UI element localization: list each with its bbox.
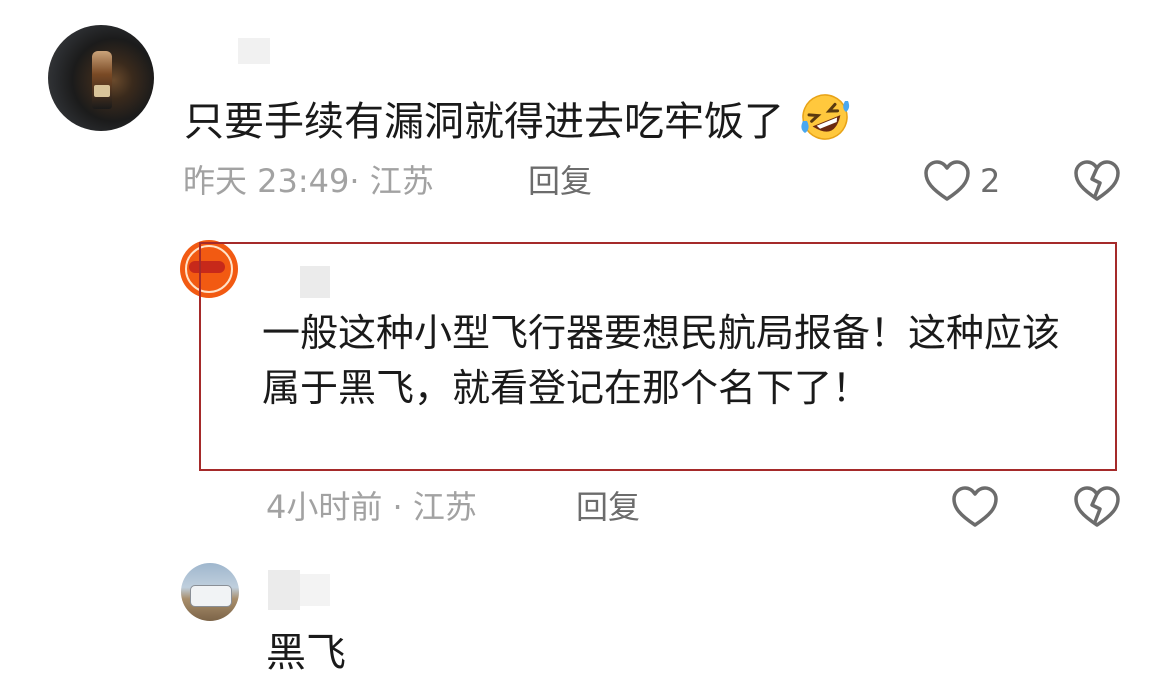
heart-icon[interactable]	[950, 484, 1000, 530]
broken-heart-icon[interactable]	[1072, 484, 1122, 530]
comment-thread: 只要手续有漏洞就得进去吃牢饭了 昨天 23:49· 江苏 回复 2 一般这种小型…	[0, 0, 1170, 693]
highlight-box	[199, 242, 1117, 471]
avatar[interactable]	[48, 25, 154, 131]
broken-heart-icon[interactable]	[1072, 158, 1122, 204]
reply-button[interactable]: 回复	[576, 487, 640, 527]
reply-button[interactable]: 回复	[528, 161, 592, 201]
comment-meta: 昨天 23:49· 江苏	[183, 162, 434, 200]
avatar-bottle-shape	[92, 51, 112, 109]
avatar[interactable]	[181, 563, 239, 621]
username-redacted[interactable]	[268, 570, 300, 610]
comment-meta: 4小时前 · 江苏	[266, 488, 477, 526]
heart-icon[interactable]	[922, 158, 972, 204]
comment-text-content: 只要手续有漏洞就得进去吃牢饭了	[184, 99, 784, 145]
rolling-on-floor-laughing-emoji	[801, 94, 849, 140]
avatar-car-shape	[190, 585, 232, 607]
comment-text: 黑飞	[266, 630, 346, 676]
comment-text: 只要手续有漏洞就得进去吃牢饭了	[184, 91, 853, 148]
avatar-bottle-label	[94, 85, 110, 97]
username-redacted[interactable]	[238, 38, 270, 64]
username-redacted[interactable]	[300, 574, 330, 606]
like-count: 2	[980, 162, 1001, 200]
